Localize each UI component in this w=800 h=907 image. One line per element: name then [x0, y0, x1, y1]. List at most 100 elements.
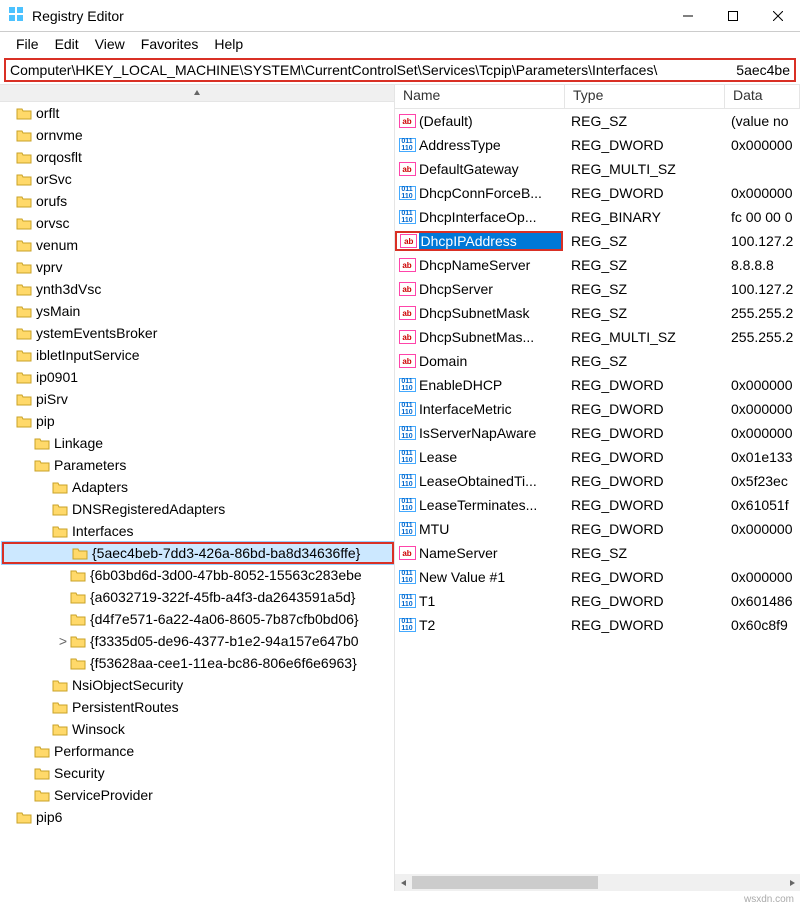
tree-item[interactable]: orufs	[2, 190, 394, 212]
value-row[interactable]: abDomainREG_SZ	[395, 349, 800, 373]
tree-item[interactable]: Linkage	[2, 432, 394, 454]
tree-item[interactable]: orqosflt	[2, 146, 394, 168]
value-row[interactable]: 011110IsServerNapAwareREG_DWORD0x000000	[395, 421, 800, 445]
tree-item[interactable]: {a6032719-322f-45fb-a4f3-da2643591a5d}	[2, 586, 394, 608]
value-row[interactable]: 011110T2REG_DWORD0x60c8f9	[395, 613, 800, 637]
tree-item-label: ynth3dVsc	[36, 281, 101, 297]
value-row[interactable]: abDhcpSubnetMas...REG_MULTI_SZ255.255.2	[395, 325, 800, 349]
value-row[interactable]: abDhcpIPAddressREG_SZ100.127.2	[395, 229, 800, 253]
minimize-button[interactable]	[665, 0, 710, 32]
tree-item[interactable]: ServiceProvider	[2, 784, 394, 806]
tree-item[interactable]: DNSRegisteredAdapters	[2, 498, 394, 520]
binary-icon: 011110	[399, 570, 416, 584]
value-row[interactable]: 011110MTUREG_DWORD0x000000	[395, 517, 800, 541]
tree-item[interactable]: ysMain	[2, 300, 394, 322]
tree-item[interactable]: ystemEventsBroker	[2, 322, 394, 344]
tree-item-label: ysMain	[36, 303, 80, 319]
tree-item[interactable]: {f53628aa-cee1-11ea-bc86-806e6f6e6963}	[2, 652, 394, 674]
tree-item-label: Performance	[54, 743, 134, 759]
tree-item-label: orSvc	[36, 171, 72, 187]
tree-item[interactable]: PersistentRoutes	[2, 696, 394, 718]
tree-item-label: PersistentRoutes	[72, 699, 179, 715]
tree-item[interactable]: orSvc	[2, 168, 394, 190]
value-name: T1	[417, 593, 563, 609]
value-row[interactable]: 011110LeaseTerminates...REG_DWORD0x61051…	[395, 493, 800, 517]
value-row[interactable]: abDhcpServerREG_SZ100.127.2	[395, 277, 800, 301]
value-row[interactable]: abDhcpSubnetMaskREG_SZ255.255.2	[395, 301, 800, 325]
tree-item[interactable]: orflt	[2, 102, 394, 124]
col-name[interactable]: Name	[395, 85, 565, 108]
tree-item[interactable]: venum	[2, 234, 394, 256]
value-name: Lease	[417, 449, 563, 465]
value-row[interactable]: abNameServerREG_SZ	[395, 541, 800, 565]
scroll-up-button[interactable]	[0, 85, 394, 102]
tree-item[interactable]: >{f3335d05-de96-4377-b1e2-94a157e647b0	[2, 630, 394, 652]
scroll-left-button[interactable]	[395, 874, 412, 891]
col-data[interactable]: Data	[725, 85, 800, 108]
tree-item-label: {6b03bd6d-3d00-47bb-8052-15563c283ebe	[90, 567, 362, 583]
menu-file[interactable]: File	[10, 34, 45, 54]
menu-favorites[interactable]: Favorites	[135, 34, 205, 54]
value-row[interactable]: abDhcpNameServerREG_SZ8.8.8.8	[395, 253, 800, 277]
tree-item-label: piSrv	[36, 391, 68, 407]
horizontal-scrollbar[interactable]	[395, 874, 800, 891]
close-button[interactable]	[755, 0, 800, 32]
value-row[interactable]: 011110DhcpInterfaceOp...REG_BINARYfc 00 …	[395, 205, 800, 229]
value-name: AddressType	[417, 137, 563, 153]
tree-item[interactable]: Parameters	[2, 454, 394, 476]
tree-item[interactable]: {d4f7e571-6a22-4a06-8605-7b87cfb0bd06}	[2, 608, 394, 630]
value-row[interactable]: 011110New Value #1REG_DWORD0x000000	[395, 565, 800, 589]
tree-item[interactable]: {6b03bd6d-3d00-47bb-8052-15563c283ebe	[2, 564, 394, 586]
tree-item-label: vprv	[36, 259, 62, 275]
tree-item-label: orufs	[36, 193, 67, 209]
address-bar[interactable]: Computer\HKEY_LOCAL_MACHINE\SYSTEM\Curre…	[4, 58, 796, 82]
value-type: REG_DWORD	[563, 401, 723, 417]
expand-icon[interactable]: >	[56, 633, 70, 649]
value-row[interactable]: 011110LeaseREG_DWORD0x01e133	[395, 445, 800, 469]
tree-item[interactable]: {5aec4beb-7dd3-426a-86bd-ba8d34636ffe}	[2, 542, 394, 564]
value-type: REG_DWORD	[563, 593, 723, 609]
value-row[interactable]: ab(Default)REG_SZ(value no	[395, 109, 800, 133]
value-type: REG_BINARY	[563, 209, 723, 225]
tree-item[interactable]: Adapters	[2, 476, 394, 498]
tree-item[interactable]: pip6	[2, 806, 394, 828]
tree-item-label: Linkage	[54, 435, 103, 451]
value-row[interactable]: 011110LeaseObtainedTi...REG_DWORD0x5f23e…	[395, 469, 800, 493]
value-row[interactable]: abDefaultGatewayREG_MULTI_SZ	[395, 157, 800, 181]
tree-item[interactable]: piSrv	[2, 388, 394, 410]
tree-item[interactable]: ibletInputService	[2, 344, 394, 366]
value-name: EnableDHCP	[417, 377, 563, 393]
menu-help[interactable]: Help	[208, 34, 249, 54]
value-row[interactable]: 011110DhcpConnForceB...REG_DWORD0x000000	[395, 181, 800, 205]
value-row[interactable]: 011110T1REG_DWORD0x601486	[395, 589, 800, 613]
string-icon: ab	[399, 354, 416, 368]
value-data: 100.127.2	[723, 233, 800, 249]
string-icon: ab	[399, 162, 416, 176]
maximize-button[interactable]	[710, 0, 755, 32]
tree-item[interactable]: pip	[2, 410, 394, 432]
value-row[interactable]: 011110EnableDHCPREG_DWORD0x000000	[395, 373, 800, 397]
value-type: REG_DWORD	[563, 185, 723, 201]
values-pane[interactable]: Name Type Data ab(Default)REG_SZ(value n…	[395, 85, 800, 891]
tree-item[interactable]: ip0901	[2, 366, 394, 388]
value-name: LeaseTerminates...	[417, 497, 563, 513]
value-name: DhcpSubnetMask	[417, 305, 563, 321]
tree-item[interactable]: Performance	[2, 740, 394, 762]
binary-icon: 011110	[399, 378, 416, 392]
tree-item[interactable]: Interfaces	[2, 520, 394, 542]
tree-item-label: {5aec4beb-7dd3-426a-86bd-ba8d34636ffe}	[92, 545, 360, 561]
tree-item[interactable]: orvsc	[2, 212, 394, 234]
tree-pane[interactable]: orfltornvmeorqosflt orSvc orufs orvscvenum v…	[0, 85, 395, 891]
scroll-right-button[interactable]	[783, 874, 800, 891]
tree-item[interactable]: NsiObjectSecurity	[2, 674, 394, 696]
value-row[interactable]: 011110InterfaceMetricREG_DWORD0x000000	[395, 397, 800, 421]
tree-item[interactable]: Security	[2, 762, 394, 784]
menu-view[interactable]: View	[89, 34, 131, 54]
tree-item[interactable]: vprv	[2, 256, 394, 278]
tree-item[interactable]: Winsock	[2, 718, 394, 740]
tree-item[interactable]: ornvme	[2, 124, 394, 146]
value-row[interactable]: 011110AddressTypeREG_DWORD0x000000	[395, 133, 800, 157]
tree-item[interactable]: ynth3dVsc	[2, 278, 394, 300]
col-type[interactable]: Type	[565, 85, 725, 108]
menu-edit[interactable]: Edit	[49, 34, 85, 54]
